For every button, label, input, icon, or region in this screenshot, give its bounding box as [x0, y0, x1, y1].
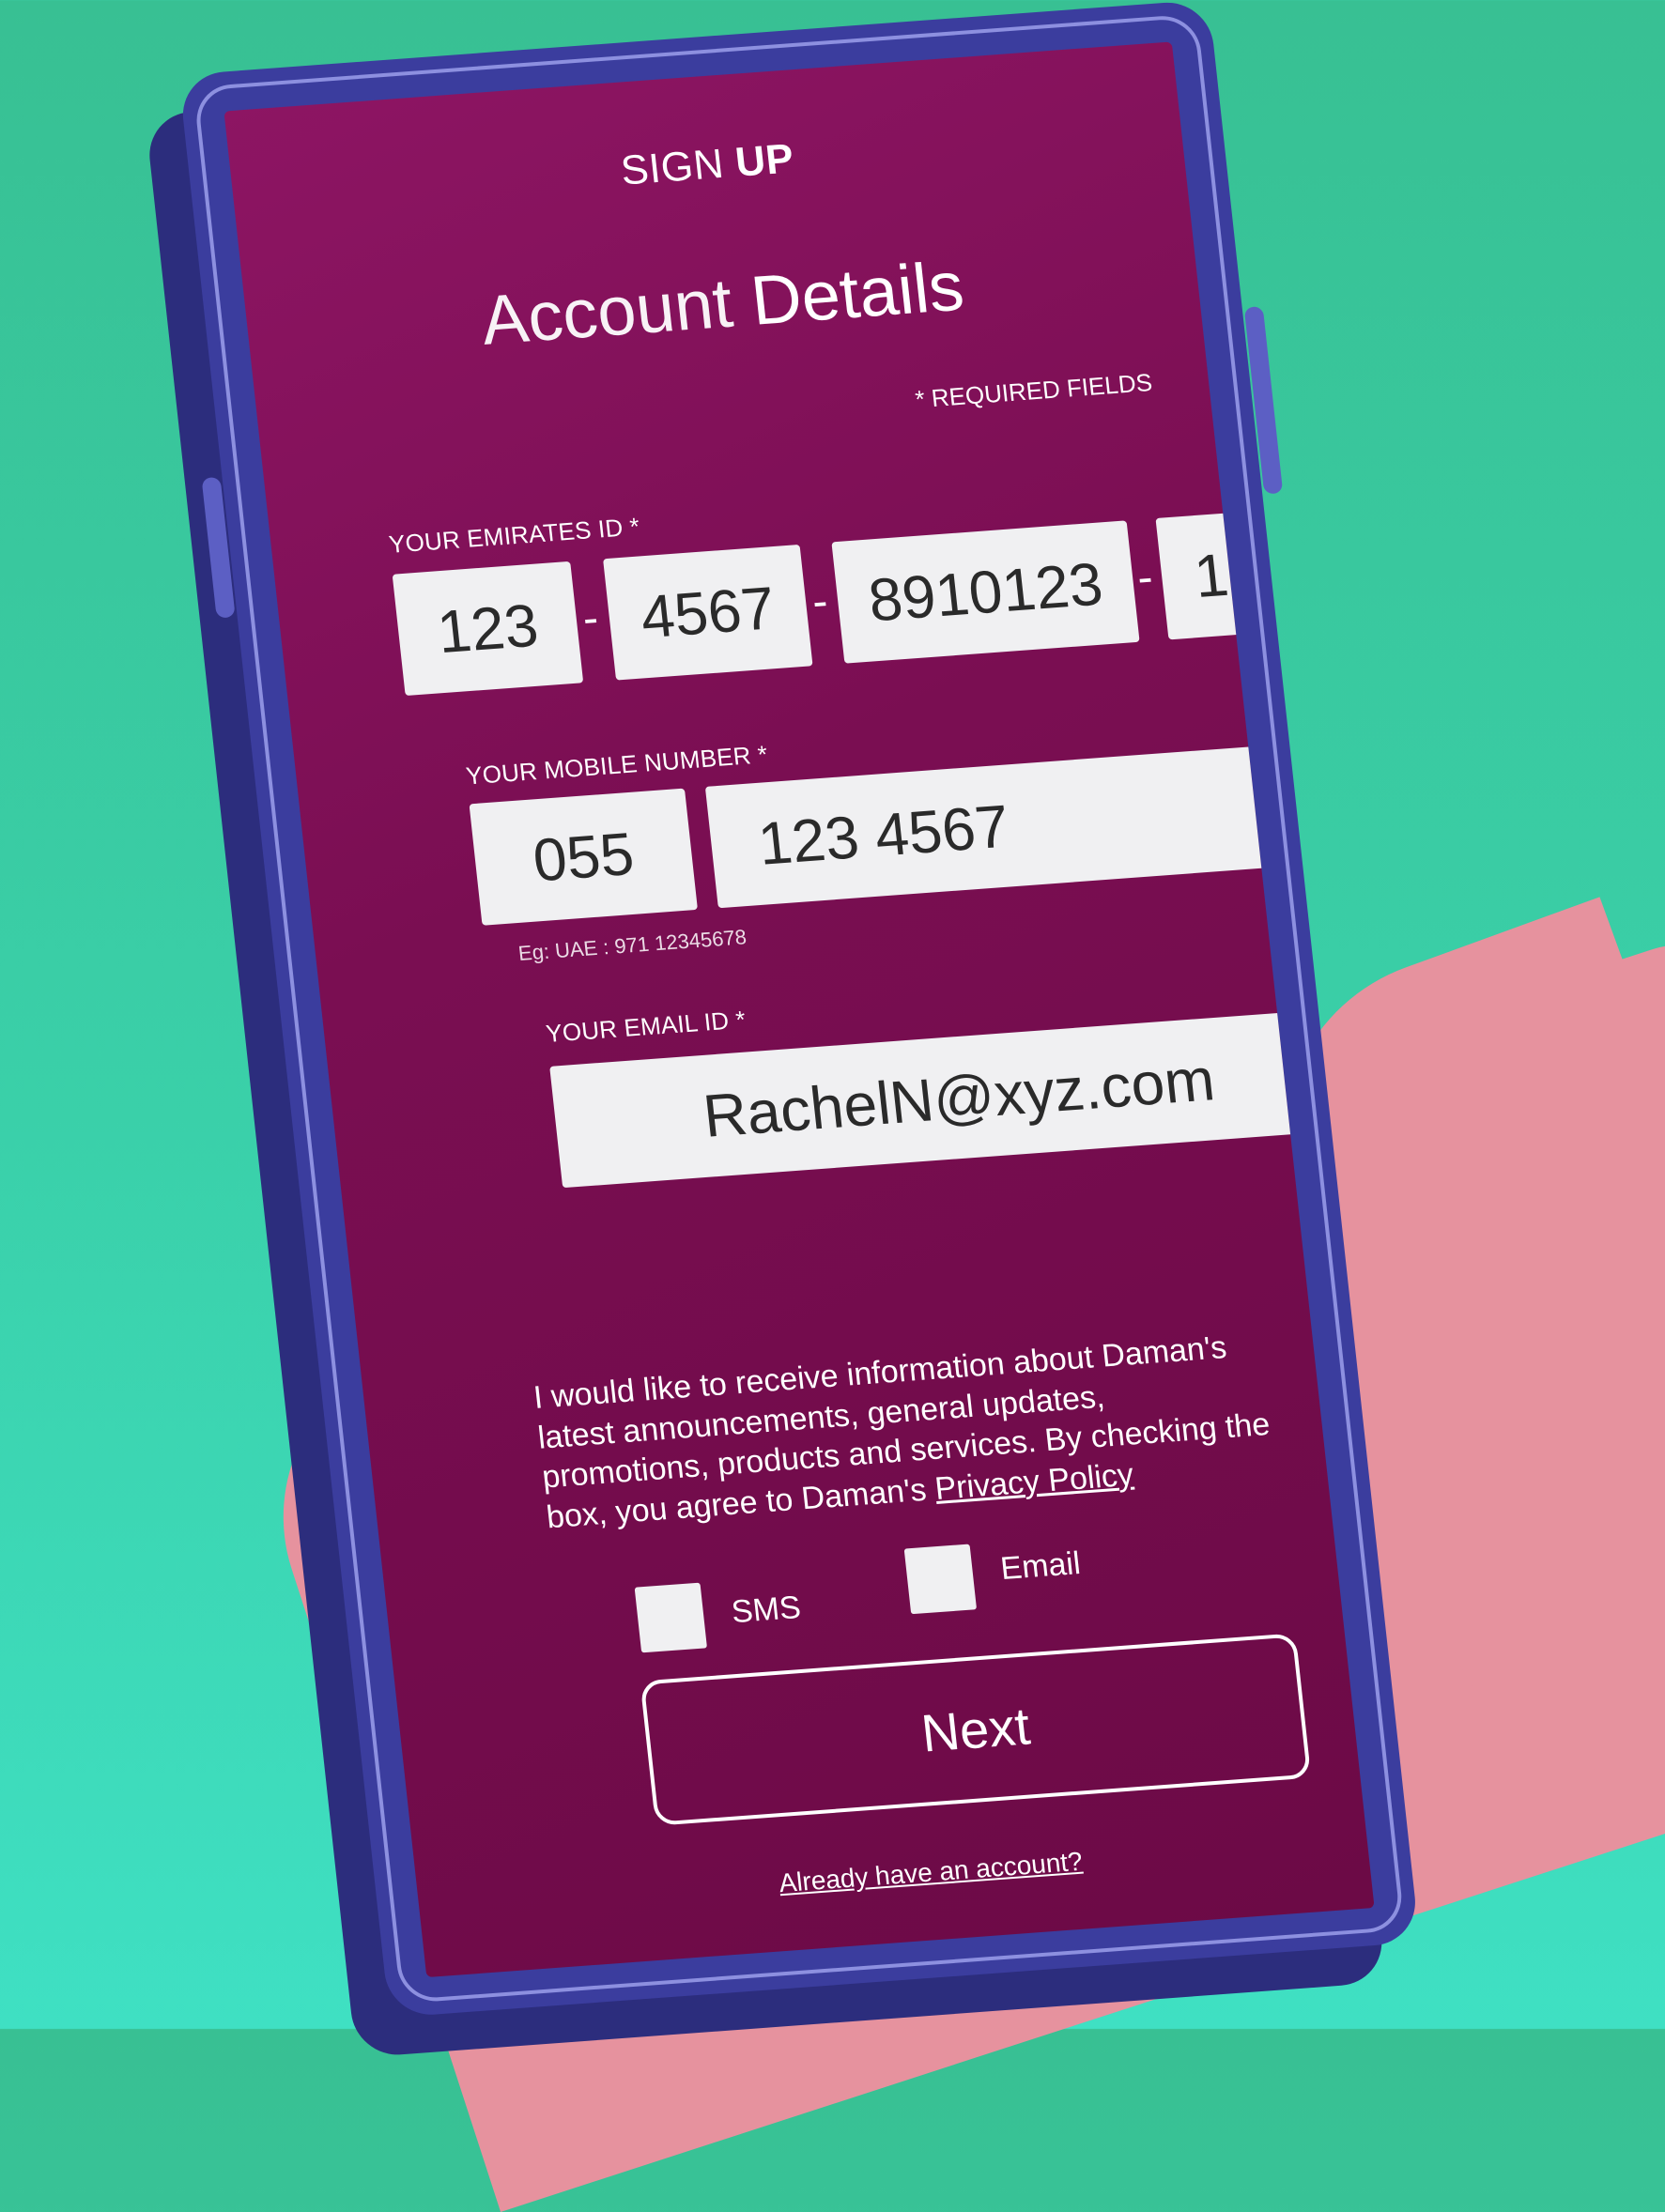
sms-checkbox-label: SMS: [729, 1589, 803, 1631]
email-checkbox-label: Email: [998, 1545, 1083, 1588]
emirates-id-label: YOUR EMIRATES ID *: [387, 512, 641, 559]
emirates-id-part-3[interactable]: 8910123: [831, 520, 1140, 664]
emirates-id-part-1[interactable]: 123: [392, 561, 584, 697]
emirates-id-part-2[interactable]: 4567: [603, 544, 813, 681]
title-light: Account: [477, 263, 737, 360]
mobile-number-hint: Eg: UAE : 971 12345678: [516, 925, 748, 965]
phone: SIGN UP Account Details * REQUIRED FIELD…: [178, 0, 1420, 2019]
mobile-number-label: YOUR MOBILE NUMBER *: [464, 740, 769, 791]
page-title: Account Details: [244, 228, 1200, 377]
emirates-id-separator: -: [580, 592, 601, 644]
title-bold: Details: [747, 246, 968, 340]
emirates-id-separator: -: [1134, 552, 1156, 604]
already-have-account-link[interactable]: Already have an account?: [418, 1825, 1369, 1925]
sign-up-screen: SIGN UP Account Details * REQUIRED FIELD…: [224, 41, 1375, 1978]
sms-checkbox[interactable]: [634, 1582, 707, 1653]
screen-header: SIGN UP: [231, 107, 1184, 223]
email-checkbox[interactable]: [903, 1544, 978, 1615]
emirates-id-separator: -: [809, 576, 831, 627]
mobile-number-input[interactable]: 123 4567: [704, 744, 1300, 909]
next-button[interactable]: Next: [640, 1633, 1312, 1826]
marketing-consent-text: I would like to receive information abou…: [532, 1325, 1279, 1537]
mobile-prefix-input[interactable]: 055: [469, 788, 698, 926]
required-fields-note: * REQUIRED FIELDS: [913, 368, 1154, 414]
header-up: UP: [732, 135, 796, 186]
header-sign: SIGN: [618, 140, 727, 194]
consent-body: I would like to receive information abou…: [532, 1329, 1272, 1535]
email-label: YOUR EMAIL ID *: [544, 1005, 748, 1048]
